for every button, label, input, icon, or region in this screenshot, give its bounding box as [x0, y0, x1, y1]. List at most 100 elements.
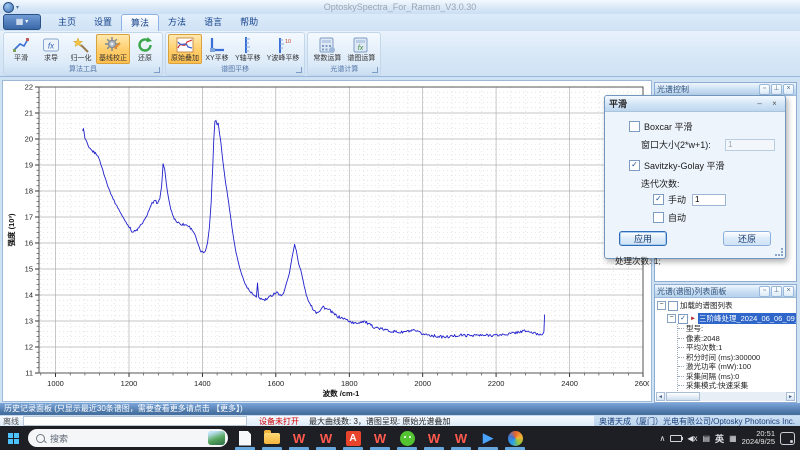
application-menu-button[interactable]: ▦ ▾ [3, 14, 41, 30]
offline-label: 离线 [3, 416, 19, 426]
tree-detail-row: 积分时间 (ms):300000 [678, 353, 796, 363]
dialog-minimize-icon[interactable]: – [753, 99, 766, 109]
curve-color-marker-icon: ► [690, 315, 696, 322]
panel-pin-icon[interactable]: ⊥ [771, 83, 782, 95]
start-button[interactable] [0, 426, 26, 450]
window-size-input[interactable] [725, 138, 775, 151]
tab-language[interactable]: 语言 [195, 15, 231, 30]
spectrum-calc-button[interactable]: fx 谱图运算 [344, 34, 378, 64]
taskbar-app-browser[interactable] [504, 426, 526, 450]
tab-help[interactable]: 帮助 [231, 15, 267, 30]
tab-home[interactable]: 主页 [49, 15, 85, 30]
taskbar-clock[interactable]: 20:51 2024/9/25 [742, 430, 775, 446]
ribbon-group-label: 算法工具 [4, 64, 162, 75]
ribbon-button-label: Y轴平移 [235, 55, 261, 62]
svg-text:15: 15 [25, 265, 33, 274]
tree-collapse-icon[interactable]: − [657, 301, 666, 310]
ribbon-group-spectrum-calc: 常数运算 fx 谱图运算 光谱计算 [307, 32, 382, 76]
normalize-button[interactable]: 归一化 [66, 34, 96, 64]
ime-language-indicator[interactable]: 英 [715, 432, 724, 445]
dialog-launcher-icon[interactable] [154, 67, 160, 73]
panel-maximize-icon[interactable]: ▫ [759, 83, 770, 95]
tree-detail-row: 像素:2048 [678, 334, 796, 344]
derivative-icon: fx [42, 36, 60, 54]
tree-item-row[interactable]: − ✓ ► 三阶峰处理_2024_06_06_09_20_ [665, 311, 796, 324]
qat-dropdown-icon[interactable]: ▾ [16, 4, 19, 11]
y-peak-shift-button[interactable]: 10 Y波峰平移 [264, 34, 303, 64]
adobe-acrobat-icon: A [345, 430, 361, 446]
manual-iterations-input[interactable] [692, 193, 727, 206]
tree-detail-row: 型号: [678, 324, 796, 334]
horizontal-scrollbar[interactable]: ◄ ► [656, 392, 795, 401]
taskbar-app-wechat[interactable] [396, 426, 418, 450]
panel-pin-icon[interactable]: ⊥ [771, 285, 782, 297]
volume-muted-icon[interactable]: ◀x [687, 434, 697, 443]
restore-icon [136, 36, 154, 54]
taskbar-app-blue-app[interactable]: ▶ [477, 426, 499, 450]
scrollbar-track[interactable] [700, 392, 786, 401]
manual-label: 手动 [668, 195, 687, 205]
taskbar-app-adobe-acrobat[interactable]: A [342, 426, 364, 450]
auto-checkbox[interactable] [653, 212, 664, 223]
savitzky-golay-checkbox[interactable]: ✓ [629, 160, 640, 171]
xy-shift-button[interactable]: XY平移 [202, 34, 232, 64]
ime-mode-icon[interactable]: ▦ [729, 434, 737, 443]
notification-center-icon[interactable] [780, 431, 795, 445]
taskbar-app-wps-office-2[interactable]: W [315, 426, 337, 450]
smooth-button[interactable]: 平滑 [6, 34, 36, 64]
scrollbar-thumb[interactable] [666, 392, 700, 401]
status-input[interactable] [23, 416, 247, 426]
boxcar-label: Boxcar 平滑 [644, 122, 693, 132]
dialog-titlebar[interactable]: 平滑 – × [605, 96, 785, 112]
history-record-bar[interactable]: 历史记录面板 (只显示最近30条谱图，需要查看更多请点击 【更多】) [0, 403, 800, 415]
svg-text:1600: 1600 [267, 379, 284, 388]
panel-close-icon[interactable]: × [783, 285, 794, 297]
tree-item-label[interactable]: 三阶峰处理_2024_06_06_09_20_ [697, 313, 796, 324]
scroll-right-icon[interactable]: ► [786, 392, 795, 401]
dialog-resize-grip[interactable] [775, 248, 783, 256]
taskbar-app-wps-office-1[interactable]: W [288, 426, 310, 450]
taskbar-search-box[interactable]: 搜索 [28, 429, 228, 447]
panel-close-icon[interactable]: × [783, 83, 794, 95]
tab-settings[interactable]: 设置 [85, 15, 121, 30]
dialog-launcher-icon[interactable] [296, 67, 303, 73]
original-overlay-button[interactable]: 原始叠加 [168, 34, 202, 64]
dialog-launcher-icon[interactable] [372, 67, 379, 73]
iterations-label: 迭代次数: [641, 179, 680, 189]
restore-button[interactable]: 还原 [723, 231, 771, 246]
taskbar-app-new-document[interactable] [234, 426, 256, 450]
chart-panel[interactable]: 1000 1200 1400 1600 1800 2000 2200 2400 2600 11 12… [2, 80, 652, 402]
taskbar-app-wps-office-3[interactable]: W [369, 426, 391, 450]
scroll-left-icon[interactable]: ◄ [656, 392, 665, 401]
taskbar-app-file-explorer[interactable] [261, 426, 283, 450]
tree-item-checkbox[interactable]: ✓ [678, 313, 688, 324]
dialog-close-icon[interactable]: × [768, 99, 781, 109]
apply-button[interactable]: 应用 [619, 231, 667, 246]
baseline-correction-button[interactable]: 基线校正 [96, 34, 130, 64]
svg-text:波数 /cm-1: 波数 /cm-1 [323, 388, 360, 398]
spectrum-calc-icon: fx [352, 36, 370, 54]
y-axis-shift-button[interactable]: Y轴平移 [232, 34, 264, 64]
derivative-button[interactable]: fx 求导 [36, 34, 66, 64]
tab-method[interactable]: 方法 [159, 15, 195, 30]
battery-icon[interactable] [670, 434, 684, 442]
tab-algorithm[interactable]: 算法 [121, 14, 160, 31]
constant-calc-button[interactable]: 常数运算 [310, 34, 344, 64]
tree-root-row[interactable]: − 加载的谱图列表 [655, 298, 796, 311]
ribbon-button-label: 还原 [138, 55, 152, 62]
restore-button[interactable]: 还原 [130, 34, 160, 64]
taskbar-app-wps-office-5[interactable]: W [450, 426, 472, 450]
taskbar-app-wps-office-4[interactable]: W [423, 426, 445, 450]
hidden-icons-chevron-icon[interactable]: ∧ [659, 434, 665, 443]
touch-keyboard-icon[interactable]: ▤ [702, 434, 710, 443]
boxcar-checkbox[interactable] [629, 121, 640, 132]
manual-checkbox[interactable]: ✓ [653, 194, 664, 205]
search-highlight-thumbnail[interactable] [208, 431, 225, 445]
tree-root-checkbox[interactable] [668, 300, 678, 311]
svg-text:12: 12 [25, 343, 33, 352]
panel-maximize-icon[interactable]: ▫ [759, 285, 770, 297]
app-logo-icon[interactable] [3, 1, 14, 13]
ribbon-group-label: 光谱计算 [308, 64, 381, 75]
svg-text:19: 19 [25, 161, 33, 170]
tree-collapse-icon[interactable]: − [667, 314, 676, 323]
